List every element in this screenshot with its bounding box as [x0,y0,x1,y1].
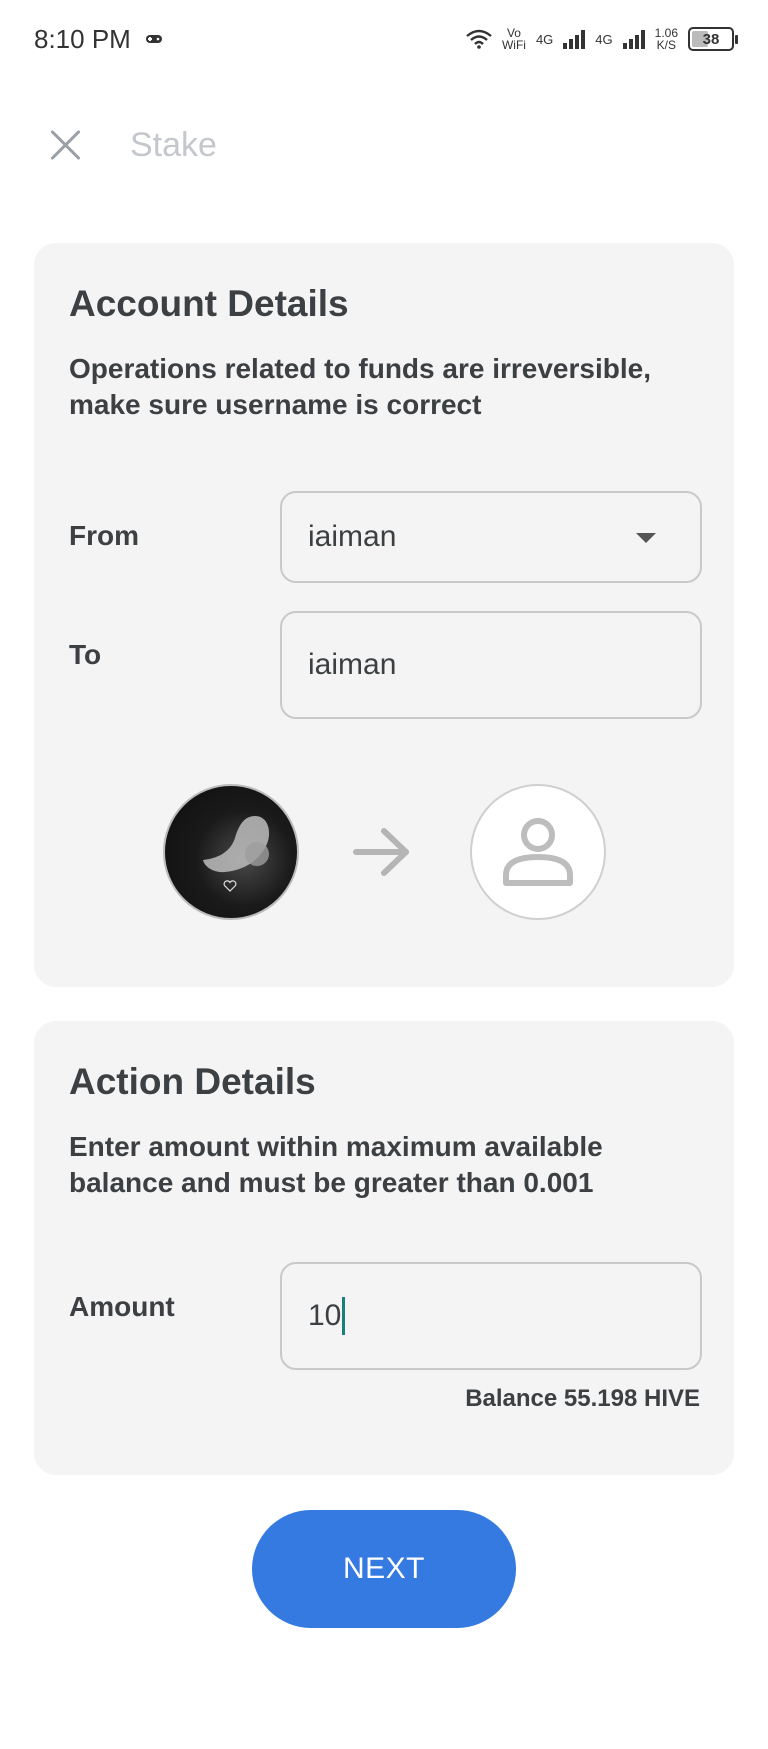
game-controller-icon [145,35,162,43]
dropdown-arrow-icon [636,533,656,543]
network-type-1: 4G [535,31,554,47]
page-title: Stake [130,125,217,164]
vowifi-bottom: WiFi [501,38,526,52]
text-cursor [342,1297,346,1335]
network-type-2: 4G [595,31,613,47]
from-avatar [163,784,299,920]
from-dropdown[interactable]: iaiman [280,491,702,583]
status-left: 8:10 PM [34,24,163,55]
next-button[interactable]: NEXT [252,1510,516,1628]
vowifi-indicator: Vo WiFi [502,27,526,51]
from-value: iaiman [308,520,397,553]
amount-input[interactable]: 10 [280,1262,702,1370]
user-placeholder-icon [503,818,573,886]
action-details-title: Action Details [69,1061,316,1102]
speed-unit: K/S [656,38,676,52]
app-header: Stake [0,100,768,190]
amount-label: Amount [69,1291,175,1322]
status-bar: 8:10 PM Vo WiFi 4G 4G 1.06 K/S 38 [0,0,768,78]
action-details-description: Enter amount within maximum available ba… [69,1131,603,1198]
to-value: iaiman [308,648,397,681]
to-input[interactable]: iaiman [280,611,702,719]
heart-image-icon [203,816,270,873]
battery-level: 38 [702,30,720,48]
next-button-label: NEXT [342,1552,425,1585]
signal-icon-1 [563,29,586,49]
account-details-card: Account Details Operations related to fu… [34,243,734,987]
small-heart-icon [223,880,237,892]
to-avatar [470,784,606,920]
arrow-right-icon [353,828,409,876]
battery-icon: 38 [688,27,738,51]
status-right: Vo WiFi 4G 4G 1.06 K/S 38 [466,27,738,51]
amount-value: 10 [308,1299,342,1332]
wifi-icon [466,29,492,49]
action-details-card: Action Details Enter amount within maxim… [34,1021,734,1475]
signal-icon-2 [622,29,645,49]
to-label: To [69,639,102,670]
status-time: 8:10 PM [34,23,131,54]
close-button[interactable] [44,123,88,167]
network-speed: 1.06 K/S [655,27,678,51]
balance-text: Balance 55.198 HIVE [465,1385,700,1412]
from-label: From [69,520,139,551]
account-details-title: Account Details [69,283,349,324]
account-details-description: Operations related to funds are irrevers… [69,353,651,420]
